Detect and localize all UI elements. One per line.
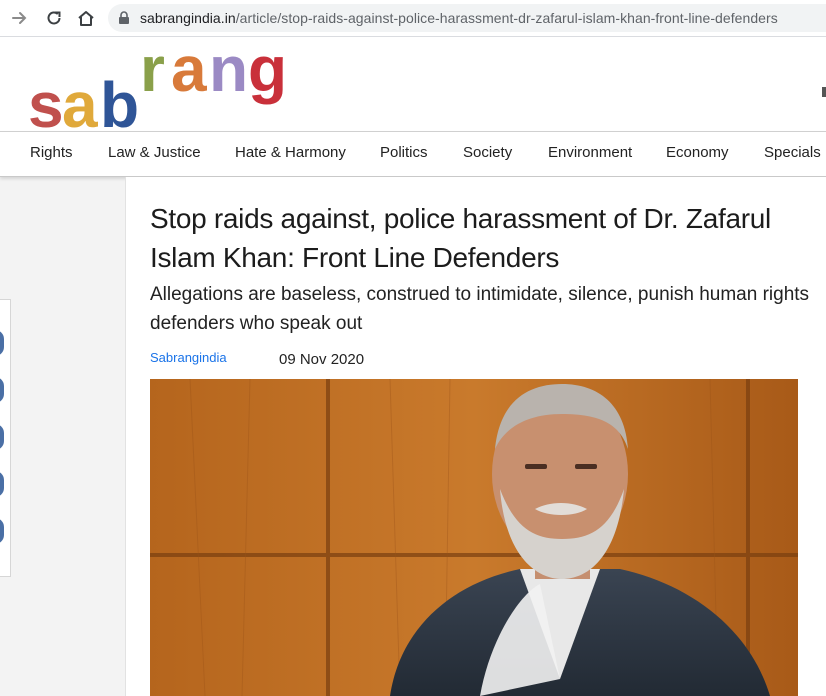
article-author-link[interactable]: Sabrangindia xyxy=(150,350,227,365)
share-button[interactable] xyxy=(0,330,4,356)
svg-text:a: a xyxy=(62,69,98,133)
svg-text:b: b xyxy=(100,69,139,133)
article-date: 09 Nov 2020 xyxy=(279,351,365,368)
nav-item-law-justice[interactable]: Law & Justice xyxy=(108,144,201,161)
nav-item-politics[interactable]: Politics xyxy=(380,144,428,161)
svg-text:a: a xyxy=(171,47,207,105)
share-button[interactable] xyxy=(0,377,4,403)
site-logo[interactable]: s a b r a n g xyxy=(28,47,328,133)
site-header: s a b r a n g xyxy=(0,37,826,133)
nav-item-specials[interactable]: Specials xyxy=(764,144,821,161)
nav-item-hate-harmony[interactable]: Hate & Harmony xyxy=(235,144,346,161)
share-rail xyxy=(0,299,11,577)
svg-text:g: g xyxy=(248,47,287,105)
svg-text:n: n xyxy=(209,47,248,105)
article-hero-image xyxy=(150,379,798,696)
url-text[interactable]: sabrangindia.in/article/stop-raids-again… xyxy=(140,10,778,26)
main-nav: Rights Law & Justice Hate & Harmony Poli… xyxy=(0,131,826,177)
lock-icon[interactable] xyxy=(118,11,130,30)
nav-item-economy[interactable]: Economy xyxy=(666,144,729,161)
article-title: Stop raids against, police harassment of… xyxy=(150,203,771,273)
reload-icon[interactable] xyxy=(42,6,66,30)
share-button[interactable] xyxy=(0,424,4,450)
header-edge-glyph xyxy=(822,87,826,97)
svg-text:r: r xyxy=(140,47,165,105)
svg-text:s: s xyxy=(28,69,64,133)
home-icon[interactable] xyxy=(74,6,98,30)
nav-item-rights[interactable]: Rights xyxy=(30,144,73,161)
forward-icon[interactable] xyxy=(8,6,32,30)
nav-item-environment[interactable]: Environment xyxy=(548,144,632,161)
address-bar[interactable]: sabrangindia.in/article/stop-raids-again… xyxy=(108,4,826,32)
share-button[interactable] xyxy=(0,471,4,497)
article-subtitle: Allegations are baseless, construed to i… xyxy=(150,284,810,334)
share-button[interactable] xyxy=(0,518,4,544)
nav-item-society[interactable]: Society xyxy=(463,144,512,161)
browser-toolbar: sabrangindia.in/article/stop-raids-again… xyxy=(0,0,826,37)
